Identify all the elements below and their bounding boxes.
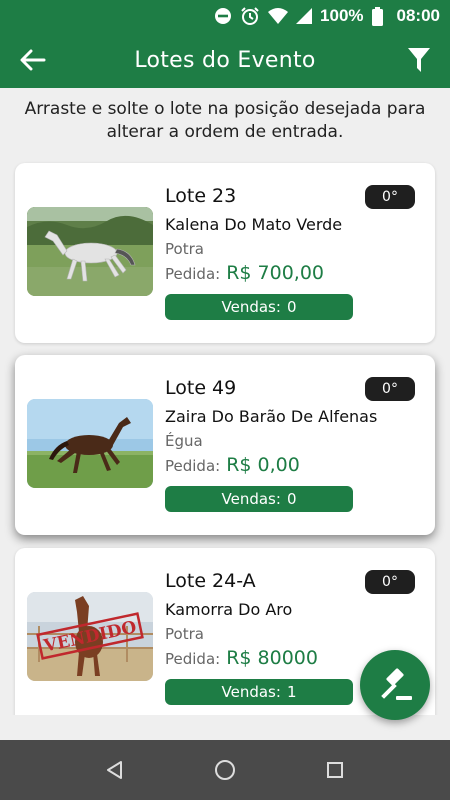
battery-percent: 100% (320, 6, 364, 25)
lot-card[interactable]: Lote 23 0° Kalena Do Mato Verde Potra Pe… (15, 163, 435, 343)
horse-photo (27, 207, 153, 296)
nav-recents-button[interactable] (315, 750, 355, 790)
order-badge: 0° (365, 570, 415, 594)
sales-count: 0 (286, 298, 297, 316)
sales-bar[interactable]: Vendas: 1 (165, 679, 353, 705)
sales-label: Vendas: (221, 490, 281, 508)
price-row: Pedida: R$ 80000 (165, 647, 318, 669)
lot-number: Lote 49 (165, 377, 237, 399)
nav-back-icon (107, 761, 122, 779)
app-bar: Lotes do Evento (0, 32, 450, 88)
sales-count: 1 (286, 683, 297, 701)
page-title: Lotes do Evento (134, 47, 316, 73)
nav-home-icon (215, 760, 235, 780)
animal-name: Kamorra Do Aro (165, 600, 293, 619)
order-badge: 0° (365, 185, 415, 209)
nav-home-button[interactable] (205, 750, 245, 790)
gavel-icon (381, 668, 412, 700)
price-row: Pedida: R$ 700,00 (165, 262, 324, 284)
battery-icon (371, 6, 383, 26)
system-nav-bar (0, 740, 450, 800)
animal-category: Potra (165, 625, 204, 643)
signal-icon (296, 8, 313, 24)
price-value: R$ 0,00 (226, 454, 300, 476)
clock: 08:00 (396, 6, 440, 25)
sales-count: 0 (286, 490, 297, 508)
price-value: R$ 80000 (226, 647, 318, 669)
filter-icon (408, 48, 430, 72)
price-label: Pedida: (165, 457, 221, 475)
auction-fab-button[interactable] (360, 650, 430, 720)
instructions-text: Arraste e solte o lote na posição deseja… (24, 99, 426, 142)
arrow-left-icon (20, 49, 46, 71)
order-badge: 0° (365, 377, 415, 401)
price-value: R$ 700,00 (226, 262, 325, 284)
lot-number: Lote 23 (165, 185, 237, 207)
lot-card[interactable]: Lote 49 0° Zaira Do Barão De Alfenas Égu… (15, 355, 435, 535)
back-button[interactable] (18, 46, 48, 74)
horse-photo: VENDIDO (27, 592, 153, 681)
do-not-disturb-icon (214, 7, 232, 25)
sales-bar[interactable]: Vendas: 0 (165, 294, 353, 320)
horse-photo (27, 399, 153, 488)
sales-bar[interactable]: Vendas: 0 (165, 486, 353, 512)
wifi-icon (268, 8, 289, 24)
price-row: Pedida: R$ 0,00 (165, 454, 300, 476)
price-label: Pedida: (165, 265, 221, 283)
sales-label: Vendas: (221, 298, 281, 316)
lot-number: Lote 24-A (165, 570, 256, 592)
animal-name: Kalena Do Mato Verde (165, 215, 343, 234)
animal-category: Égua (165, 432, 203, 450)
nav-back-button[interactable] (95, 750, 135, 790)
filter-button[interactable] (406, 46, 432, 74)
status-bar: 100% 08:00 (0, 0, 450, 32)
lot-list[interactable]: Lote 23 0° Kalena Do Mato Verde Potra Pe… (0, 150, 450, 715)
alarm-icon (240, 6, 260, 26)
price-label: Pedida: (165, 650, 221, 668)
sales-label: Vendas: (221, 683, 281, 701)
animal-category: Potra (165, 240, 204, 258)
animal-name: Zaira Do Barão De Alfenas (165, 407, 378, 426)
nav-recents-icon (327, 762, 343, 778)
